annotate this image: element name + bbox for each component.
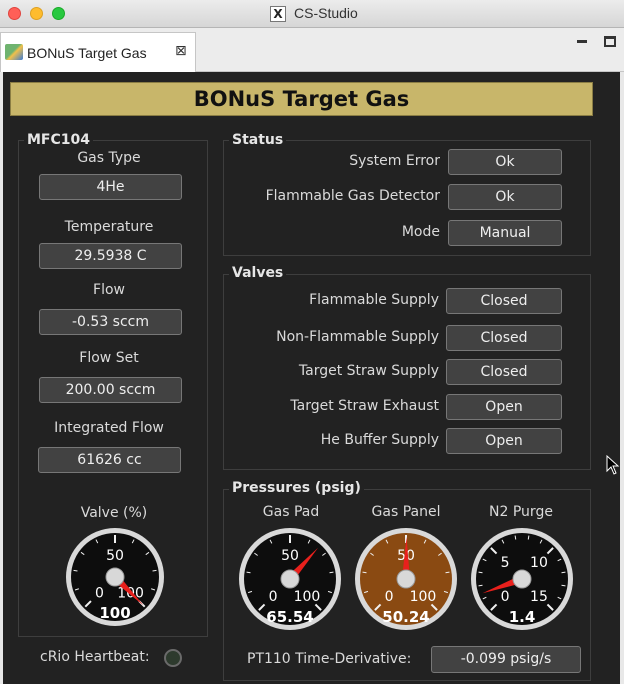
gauge-tick (329, 571, 334, 574)
close-window-button[interactable] (8, 7, 21, 20)
gauge-tick (561, 584, 566, 587)
pt110-derivative-label: PT110 Time-Derivative: (247, 651, 412, 667)
display-icon (5, 44, 23, 60)
gauge-tick (527, 535, 530, 540)
valve-row-value[interactable]: Closed (446, 288, 562, 314)
valves-title: Valves (229, 265, 287, 281)
valve-row-label: Target Straw Supply (298, 363, 439, 379)
crio-heartbeat-led (164, 649, 182, 667)
valve-row-label: Non-Flammable Supply (276, 329, 439, 345)
gauge-tick-label: 15 (530, 589, 548, 605)
status-row-label: Flammable Gas Detector (265, 188, 440, 204)
valve-row-value[interactable]: Open (446, 394, 562, 420)
flow-set-label: Flow Set (79, 350, 139, 366)
gas-panel-label: Gas Panel (371, 504, 441, 520)
gas-pad-gauge: 0 50 100 65.54 (239, 528, 341, 630)
gauge-tick (73, 569, 78, 572)
minimize-view-icon[interactable] (577, 40, 587, 43)
gauge-tick (478, 571, 483, 574)
valve-value-readout: 100 (99, 604, 130, 622)
gas-panel-value-readout: 50.24 (382, 608, 429, 626)
valve-hub (105, 567, 125, 587)
gauge-tick-label: 100 (294, 589, 321, 605)
gauge-tick-label: 0 (269, 589, 278, 605)
window-title: CS-Studio (294, 5, 358, 21)
valve-row-label: Target Straw Exhaust (290, 398, 439, 414)
gauge-tick (478, 584, 483, 587)
gas-panel-gauge: 05010050.24 (355, 528, 457, 630)
n2-purge-value-readout: 1.4 (509, 608, 536, 626)
gauge-tick-label: 0 (95, 586, 104, 602)
n2-purge-hub (512, 569, 532, 589)
status-row-label: System Error (349, 153, 440, 169)
x11-icon: X (270, 6, 286, 22)
integrated-flow-label: Integrated Flow (54, 420, 164, 436)
status-row-label: Mode (401, 224, 440, 240)
gauge-tick-label: 0 (501, 589, 510, 605)
status-row-value[interactable]: Manual (448, 220, 562, 246)
valve-gauge: 050100100 (66, 528, 164, 626)
integrated-flow-field: 61626 cc (38, 447, 181, 473)
gauge-tick (362, 571, 367, 574)
gauge-tick-label: 5 (501, 555, 510, 571)
gas-type-label: Gas Type (77, 150, 141, 166)
gauge-tick (561, 571, 566, 574)
gas-type-field: 4He (39, 174, 182, 200)
status-row-value[interactable]: Ok (448, 149, 562, 175)
minimize-window-button[interactable] (30, 7, 43, 20)
crio-heartbeat-label: cRio Heartbeat: (40, 649, 150, 665)
temperature-field: 29.5938 C (39, 243, 182, 269)
gauge-tick (445, 571, 450, 574)
pressures-title: Pressures (psig) (229, 480, 364, 496)
gauge-tick-label: 10 (530, 555, 548, 571)
gauge-tick-label: 100 (410, 589, 437, 605)
display-panel: BONuS Target Gas MFC104 Gas Type 4He Tem… (3, 72, 620, 684)
zoom-window-button[interactable] (52, 7, 65, 20)
tab-bar: BONuS Target Gas ⊠ (0, 28, 624, 72)
gauge-tick-label: 50 (281, 548, 299, 564)
gas-pad-label: Gas Pad (262, 504, 320, 520)
gas-pad-hub (280, 569, 300, 589)
tab-bonus-target-gas[interactable]: BONuS Target Gas ⊠ (0, 32, 196, 72)
pt110-derivative-field: -0.099 psig/s (431, 646, 581, 673)
gas-panel-hub (396, 569, 416, 589)
page-title: BONuS Target Gas (10, 82, 593, 116)
gauge-tick (246, 571, 251, 574)
n2-purge-label: N2 Purge (489, 504, 553, 520)
mouse-pointer-icon (606, 455, 620, 475)
flow-label: Flow (93, 282, 125, 298)
status-title: Status (229, 132, 287, 148)
close-tab-icon[interactable]: ⊠ (175, 43, 187, 59)
gauge-tick-label: 50 (106, 548, 124, 564)
gauge-tick (152, 569, 157, 572)
status-row-value[interactable]: Ok (448, 184, 562, 210)
gas-pad-value-readout: 65.54 (266, 608, 313, 626)
flow-field: -0.53 sccm (39, 309, 182, 335)
window-titlebar: X CS-Studio (0, 0, 624, 28)
valve-row-label: He Buffer Supply (320, 432, 439, 448)
maximize-view-icon[interactable] (604, 36, 616, 47)
valve-percent-label: Valve (%) (80, 505, 148, 521)
n2-purge-gauge: 0 5 10 15 1.4 (471, 528, 573, 630)
valve-row-value[interactable]: Closed (446, 325, 562, 351)
valve-row-label: Flammable Supply (309, 292, 439, 308)
valve-row-value[interactable]: Closed (446, 359, 562, 385)
valve-row-value[interactable]: Open (446, 428, 562, 454)
flow-set-field[interactable]: 200.00 sccm (39, 377, 182, 403)
gauge-tick (514, 535, 517, 540)
mfc104-title: MFC104 (24, 132, 93, 148)
temperature-label: Temperature (64, 219, 154, 235)
gauge-tick-label: 0 (385, 589, 394, 605)
tab-label: BONuS Target Gas (27, 45, 147, 61)
